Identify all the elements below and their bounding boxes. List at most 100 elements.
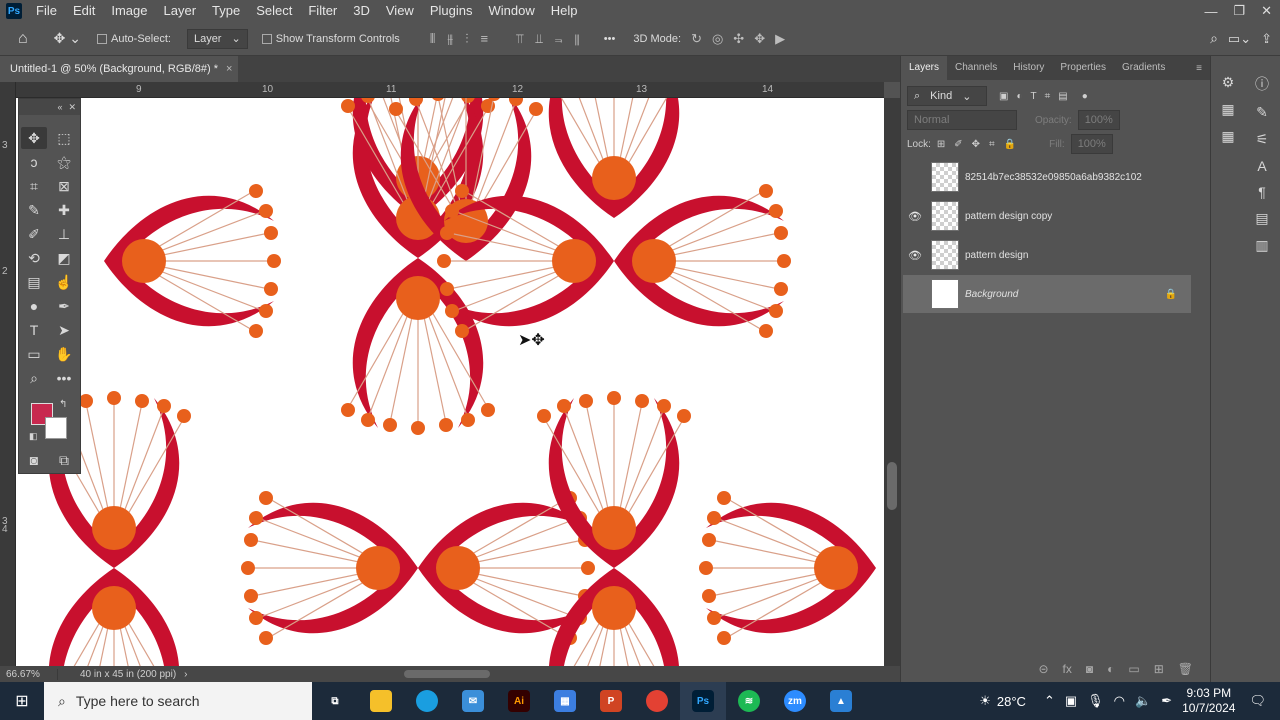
weather-temp[interactable]: 28°C <box>997 694 1026 709</box>
align-icons[interactable]: ⫴⫵⫶≡ <box>430 31 500 47</box>
taskbar-search[interactable]: ⌕ Type here to search <box>44 682 312 720</box>
horizontal-scroll-thumb[interactable] <box>404 670 490 678</box>
tray-overflow-icon[interactable]: ⌃ <box>1044 693 1055 709</box>
hand-tool-icon[interactable]: ✋ <box>51 343 77 365</box>
filter-icons[interactable]: ▣◐T⌗▤ <box>999 91 1076 102</box>
layer-row[interactable]: 👁 pattern design copy <box>903 197 1191 235</box>
new-layer-icon[interactable]: ⊞ <box>1154 662 1164 676</box>
show-transform-checkbox[interactable]: Show Transform Controls <box>261 33 400 45</box>
layer-row[interactable]: 82514b7ec38532e09850a6ab9382c102 <box>903 158 1191 196</box>
default-colors-icon[interactable]: ◧ <box>29 431 38 442</box>
filter-kind-select[interactable]: ⌕ Kind ⌄ <box>907 86 987 106</box>
opacity-input[interactable]: 100% <box>1077 110 1120 130</box>
mail-icon[interactable]: ✉ <box>450 682 496 720</box>
layer-row-selected[interactable]: Background 🔒 <box>903 275 1191 313</box>
link-layers-icon[interactable]: ⊝ <box>1038 662 1048 676</box>
dodge-tool-icon[interactable]: ● <box>21 295 47 317</box>
crop-tool-icon[interactable]: ⌗ <box>21 175 47 197</box>
panel-menu-icon[interactable]: ≡ <box>1196 63 1202 74</box>
close-tools-icon[interactable]: ✕ <box>68 102 76 113</box>
blend-mode-select[interactable]: Normal <box>907 110 1017 130</box>
auto-select-target-select[interactable]: Layer ⌄ <box>186 28 248 49</box>
new-group-icon[interactable]: ▭ <box>1128 662 1139 676</box>
info-icon[interactable]: ⓘ <box>1255 74 1269 94</box>
add-mask-icon[interactable]: ◙ <box>1086 662 1093 676</box>
fill-input[interactable]: 100% <box>1070 134 1113 154</box>
swatches-icon[interactable]: ▦ <box>1221 101 1234 118</box>
close-tab-icon[interactable]: × <box>226 63 232 75</box>
libraries-icon[interactable]: ▤ <box>1255 210 1268 227</box>
background-color-swatch[interactable] <box>45 417 67 439</box>
network-icon[interactable]: ◠ <box>1114 693 1125 709</box>
zoom-tool-icon[interactable]: ⌕ <box>21 367 47 389</box>
filter-toggle-icon[interactable]: ● <box>1082 91 1088 102</box>
path-selection-tool-icon[interactable]: ➤ <box>51 319 77 341</box>
zoom-app-icon[interactable]: zm <box>772 682 818 720</box>
close-window-button[interactable]: ✕ <box>1261 3 1272 19</box>
tab-layers[interactable]: Layers <box>901 56 948 80</box>
brush-tool-icon[interactable]: ✐ <box>21 223 47 245</box>
volume-icon[interactable]: 🔈 <box>1135 693 1151 709</box>
menu-file[interactable]: File <box>28 0 65 22</box>
menu-view[interactable]: View <box>378 0 422 22</box>
weather-icon[interactable]: ☀ <box>979 693 991 709</box>
document-tab[interactable]: Untitled-1 @ 50% (Background, RGB/8#) * × <box>0 56 238 82</box>
smudge-tool-icon[interactable]: ☝ <box>51 271 77 293</box>
adjustment-layer-icon[interactable]: ◐ <box>1107 662 1114 676</box>
chrome-icon[interactable] <box>634 682 680 720</box>
tab-properties[interactable]: Properties <box>1052 56 1114 80</box>
task-view-icon[interactable]: ⧉ <box>312 682 358 720</box>
patterns-icon[interactable]: ▦ <box>1221 128 1234 145</box>
healing-tool-icon[interactable]: ✚ <box>51 199 77 221</box>
character-icon[interactable]: A <box>1257 158 1266 174</box>
menu-edit[interactable]: Edit <box>65 0 103 22</box>
menu-select[interactable]: Select <box>248 0 300 22</box>
eyedropper-tool-icon[interactable]: ✎ <box>21 199 47 221</box>
fx-icon[interactable]: fx <box>1063 662 1072 676</box>
menu-layer[interactable]: Layer <box>156 0 205 22</box>
document-canvas[interactable]: ➤✥ <box>16 98 884 666</box>
microphone-icon[interactable]: 🎙 <box>1087 693 1104 709</box>
photoshop-taskbar-icon[interactable]: Ps <box>680 682 726 720</box>
menu-help[interactable]: Help <box>543 0 586 22</box>
file-explorer-icon[interactable] <box>358 682 404 720</box>
vertical-scrollbar[interactable] <box>884 98 900 666</box>
menu-filter[interactable]: Filter <box>300 0 345 22</box>
photos-icon[interactable]: ▲ <box>818 682 864 720</box>
auto-select-checkbox[interactable]: Auto-Select: <box>97 33 171 45</box>
powerpoint-icon[interactable]: P <box>588 682 634 720</box>
pen-tool-icon[interactable]: ✒ <box>51 295 77 317</box>
restore-button[interactable]: ❐ <box>1233 3 1245 19</box>
more-options-button[interactable]: ••• <box>604 33 616 45</box>
tab-channels[interactable]: Channels <box>947 56 1005 80</box>
3d-panel-icon[interactable]: ⚙ <box>1222 74 1235 91</box>
menu-window[interactable]: Window <box>480 0 542 22</box>
quick-mask-icon[interactable]: ◙ <box>21 449 47 471</box>
eye-icon[interactable]: 👁 <box>903 210 927 223</box>
paragraph-icon[interactable]: ¶ <box>1258 184 1266 200</box>
history-brush-tool-icon[interactable]: ⟲ <box>21 247 47 269</box>
move-tool-preset-icon[interactable]: ✥ ⌄ <box>54 30 81 47</box>
layer-row[interactable]: 👁 pattern design <box>903 236 1191 274</box>
share-icon[interactable]: ⇪ <box>1261 31 1272 47</box>
more-tools-icon[interactable]: ••• <box>51 367 77 389</box>
type-tool-icon[interactable]: T <box>21 319 47 341</box>
edge-icon[interactable] <box>404 682 450 720</box>
windows-start-icon[interactable]: ⊞ <box>0 682 44 720</box>
notes-icon[interactable]: ▥ <box>1255 237 1268 254</box>
spotify-icon[interactable]: ≋ <box>726 682 772 720</box>
clock[interactable]: 9:03 PM 10/7/2024 <box>1172 686 1249 716</box>
3d-mode-icons[interactable]: ↻◎✣✥▶ <box>691 31 795 47</box>
workspace-icon[interactable]: ▭⌄ <box>1228 31 1251 47</box>
notification-icon[interactable]: 🗨 <box>1249 693 1266 709</box>
tray-app-icon[interactable]: ▣ <box>1065 693 1077 709</box>
menu-type[interactable]: Type <box>204 0 248 22</box>
store-icon[interactable]: ▦ <box>542 682 588 720</box>
pen-icon[interactable]: ✒ <box>1161 693 1172 709</box>
gradient-tool-icon[interactable]: ▤ <box>21 271 47 293</box>
menu-3d[interactable]: 3D <box>345 0 378 22</box>
vertical-scroll-thumb[interactable] <box>887 462 897 510</box>
lock-icons[interactable]: ⊞✐✥⌗🔒 <box>937 139 1025 150</box>
home-icon[interactable]: ⌂ <box>18 30 28 48</box>
swap-colors-icon[interactable]: ↰ <box>59 399 67 410</box>
